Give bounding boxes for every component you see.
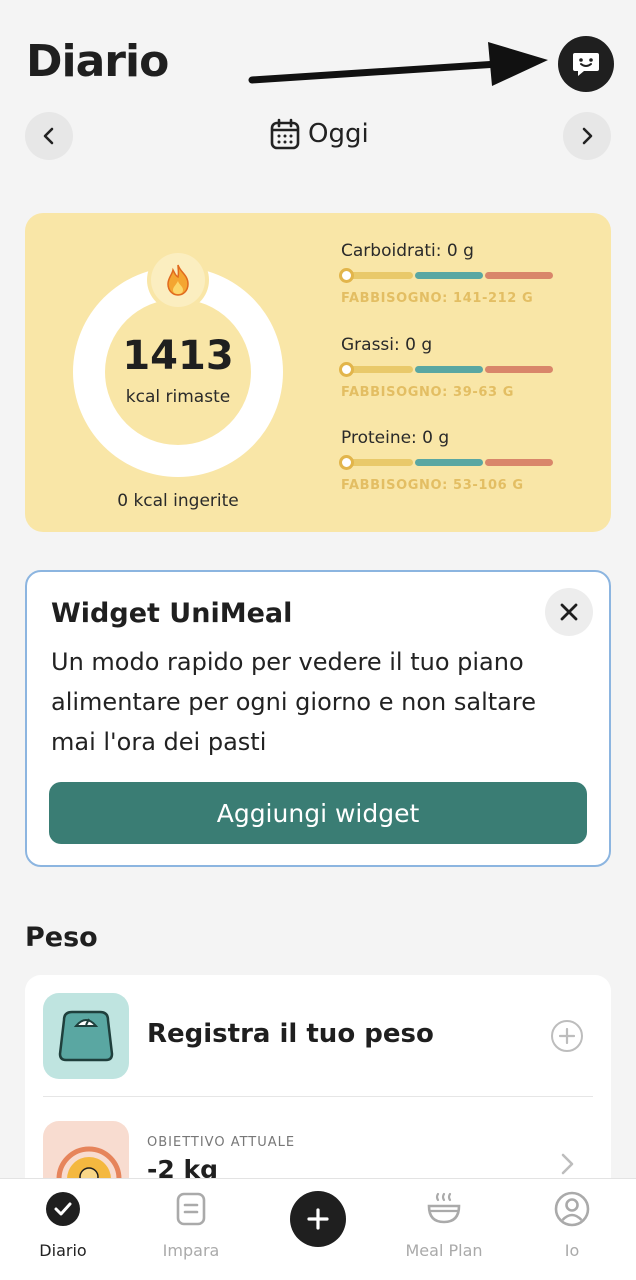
macro-fat-need: FABBISOGNO: 39-63 G bbox=[341, 385, 515, 400]
macro-fat-bar bbox=[339, 362, 557, 377]
tab-meal-plan-label: Meal Plan bbox=[405, 1241, 483, 1260]
goal-label: OBIETTIVO ATTUALE bbox=[147, 1135, 296, 1150]
macro-fat: Grassi: 0 g FABBISOGNO: 39-63 G bbox=[339, 335, 557, 400]
macro-protein-need: FABBISOGNO: 53-106 G bbox=[341, 478, 524, 493]
macro-fat-label: Grassi: 0 g bbox=[341, 335, 433, 355]
date-label: Oggi bbox=[308, 119, 369, 149]
bowl-icon bbox=[427, 1192, 461, 1224]
flame-badge bbox=[147, 249, 209, 311]
weight-card: Registra il tuo peso OBIETTIVO ATTUALE -… bbox=[25, 975, 611, 1205]
macro-carbs-bar bbox=[339, 268, 557, 283]
tab-meal-plan[interactable]: Meal Plan bbox=[384, 1189, 504, 1260]
tab-diario-label: Diario bbox=[39, 1241, 87, 1260]
macro-carbs: Carboidrati: 0 g FABBISOGNO: 141-212 G bbox=[339, 241, 557, 306]
chevron-right-icon bbox=[582, 127, 593, 145]
add-entry-button[interactable] bbox=[290, 1191, 346, 1247]
add-weight-button[interactable] bbox=[551, 1020, 583, 1052]
add-widget-button[interactable]: Aggiungi widget bbox=[49, 782, 587, 844]
tab-impara-label: Impara bbox=[162, 1241, 220, 1260]
previous-day-button[interactable] bbox=[25, 112, 73, 160]
log-weight-label[interactable]: Registra il tuo peso bbox=[147, 1019, 434, 1049]
macro-carbs-knob bbox=[339, 268, 354, 283]
diary-check-icon bbox=[46, 1192, 80, 1226]
macro-carbs-label: Carboidrati: 0 g bbox=[341, 241, 474, 261]
macro-protein-knob bbox=[339, 455, 354, 470]
widget-description: Un modo rapido per vedere il tuo piano a… bbox=[51, 648, 536, 756]
macro-carbs-need: FABBISOGNO: 141-212 G bbox=[341, 291, 534, 306]
annotation-arrow bbox=[248, 42, 548, 86]
divider bbox=[43, 1096, 593, 1097]
page-title: Diario bbox=[26, 36, 169, 87]
chevron-left-icon bbox=[43, 127, 54, 145]
kcal-remaining-value: 1413 bbox=[122, 333, 234, 379]
macro-fat-knob bbox=[339, 362, 354, 377]
flame-icon bbox=[167, 264, 189, 296]
scale-icon bbox=[43, 993, 129, 1079]
plus-icon bbox=[307, 1208, 329, 1230]
close-icon bbox=[560, 603, 578, 621]
plus-icon bbox=[559, 1028, 575, 1044]
tab-io[interactable]: Io bbox=[512, 1189, 632, 1260]
widget-close-button[interactable] bbox=[545, 588, 593, 636]
macro-protein: Proteine: 0 g FABBISOGNO: 53-106 G bbox=[339, 428, 557, 493]
tab-io-label: Io bbox=[564, 1241, 580, 1260]
calorie-summary-card[interactable]: 1413 kcal rimaste 0 kcal ingerite Carboi… bbox=[25, 213, 611, 532]
widget-promo-card: Widget UniMeal Un modo rapido per vedere… bbox=[25, 570, 611, 867]
bottom-tab-bar: Diario Impara Meal Plan Io bbox=[0, 1178, 636, 1280]
tab-diario[interactable]: Diario bbox=[3, 1189, 123, 1260]
calendar-icon bbox=[270, 118, 300, 150]
kcal-ingested: 0 kcal ingerite bbox=[117, 491, 239, 511]
learn-icon bbox=[176, 1192, 206, 1226]
next-day-button[interactable] bbox=[563, 112, 611, 160]
profile-icon bbox=[554, 1191, 590, 1227]
tab-impara[interactable]: Impara bbox=[131, 1189, 251, 1260]
chevron-right-icon[interactable] bbox=[557, 1151, 577, 1177]
chat-button[interactable] bbox=[558, 36, 614, 92]
chat-smile-icon bbox=[573, 53, 599, 76]
weight-section-title: Peso bbox=[25, 922, 98, 953]
date-navigator: Oggi bbox=[25, 112, 611, 162]
widget-title: Widget UniMeal bbox=[51, 598, 293, 629]
kcal-remaining-label: kcal rimaste bbox=[125, 387, 231, 407]
date-selector[interactable]: Oggi bbox=[270, 118, 369, 150]
macro-protein-label: Proteine: 0 g bbox=[341, 428, 450, 448]
macro-protein-bar bbox=[339, 455, 557, 470]
